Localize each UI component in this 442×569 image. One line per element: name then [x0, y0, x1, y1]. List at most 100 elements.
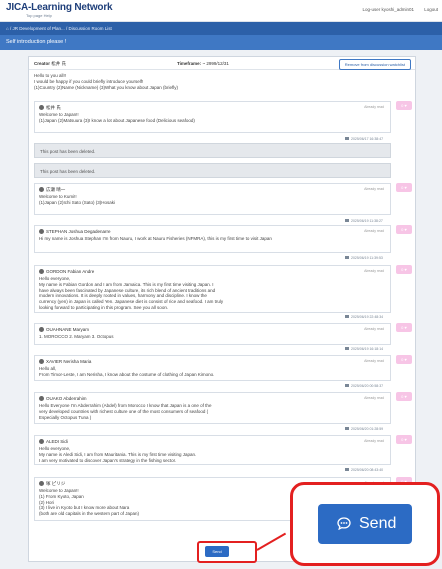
- reply-icon: [345, 468, 349, 471]
- post-body: Hello everyone, My name is Aledi Sidi, I…: [39, 446, 197, 463]
- read-status: Already read: [364, 439, 384, 443]
- post-timestamp: 2025/06/20 01:28:59: [345, 427, 383, 431]
- post-body: Hello Everyone I'm Abderrahim (Abdel) fr…: [39, 403, 212, 420]
- post-timestamp-text: 2025/06/19 11:39:53: [351, 256, 383, 260]
- post-author: OUAKO Abderrahim: [39, 396, 87, 401]
- logout-link[interactable]: Logout: [424, 7, 438, 12]
- read-status: Already read: [364, 327, 384, 331]
- creator-info: Creator 松井 氏: [34, 61, 66, 67]
- post-body: Welcome to Kumi!! (1)Japan (2)Ichi Sato …: [39, 194, 116, 205]
- post-author: GORDON Fabian Andre: [39, 269, 94, 274]
- reply-icon: [345, 315, 349, 318]
- like-button[interactable]: 0 ♥: [396, 435, 412, 444]
- reply-icon: [345, 219, 349, 222]
- reply-icon: [345, 137, 349, 140]
- post-timestamp-text: 2025/06/17 16:38:47: [351, 137, 384, 141]
- read-status: Already read: [364, 359, 384, 363]
- post-author: 塚 ピリジ: [39, 481, 65, 487]
- user-icon: [39, 269, 44, 274]
- like-button[interactable]: 0 ♥: [396, 265, 412, 274]
- post: ALEDI Sidi Already read Hello everyone, …: [34, 435, 391, 465]
- like-button[interactable]: 0 ♥: [396, 101, 412, 110]
- like-button[interactable]: 0 ♥: [396, 355, 412, 364]
- post-timestamp: 2025/06/19 22:48:34: [345, 315, 383, 319]
- post-timestamp: 2025/06/19 16:18:14: [345, 347, 383, 351]
- post: XAVIER Nerisha Maria Already read Hello …: [34, 355, 391, 381]
- top-bar: JICA-Learning Network Top page Help Log-…: [0, 0, 442, 22]
- read-status: Already read: [364, 396, 384, 400]
- chat-icon: [337, 517, 351, 530]
- reply-icon: [345, 256, 349, 259]
- post: OUAHNANE Maryam Already read 1. MOROCCO …: [34, 323, 391, 345]
- timeframe-value: ~ 2999/12/31: [202, 61, 229, 66]
- read-status: Already read: [364, 187, 384, 191]
- post-author: STEPHAN Joshua Degadenarre: [39, 229, 111, 234]
- post-author-name: STEPHAN Joshua Degadenarre: [46, 229, 111, 234]
- post-author-name: OUAHNANE Maryam: [46, 327, 90, 332]
- reply-icon: [345, 427, 349, 430]
- thread-header: Creator 松井 氏 Timeframe: ~ 2999/12/31 Rem…: [29, 57, 415, 70]
- deleted-post: This post has been deleted.: [34, 143, 391, 158]
- creator-label: Creator: [34, 61, 51, 66]
- post: OUAKO Abderrahim Already read Hello Ever…: [34, 392, 391, 424]
- post-timestamp: 2025/06/19 11:39:53: [345, 256, 383, 260]
- like-button[interactable]: 0 ♥: [396, 323, 412, 332]
- reply-icon: [345, 347, 349, 350]
- post-body: Hello everyone, My name is Fabian Gordon…: [39, 276, 224, 310]
- read-status: Already read: [364, 269, 384, 273]
- post-author: 広瀬 晴一: [39, 187, 65, 193]
- post-timestamp: 2025/06/17 16:38:47: [345, 137, 383, 141]
- like-button[interactable]: 0 ♥: [396, 183, 412, 192]
- post-author-name: OUAKO Abderrahim: [46, 396, 87, 401]
- post-author: ALEDI Sidi: [39, 439, 68, 444]
- post-timestamp: 2025/06/20 08:43:40: [345, 468, 383, 472]
- post-timestamp: 2025/06/19 11:38:27: [345, 219, 383, 223]
- remove-watchlist-button[interactable]: Remove from discussion watchlist: [338, 59, 411, 70]
- read-status: Already read: [364, 105, 384, 109]
- timeframe-info: Timeframe: ~ 2999/12/31: [177, 61, 229, 66]
- user-icon: [39, 327, 44, 332]
- post-timestamp-text: 2025/06/19 11:38:27: [351, 219, 383, 223]
- post: 松井 氏 Already read Welcome to Japan!! (1)…: [34, 101, 391, 133]
- brand-logo[interactable]: JICA-Learning Network: [6, 2, 113, 13]
- user-icon: [39, 396, 44, 401]
- post-author: 松井 氏: [39, 105, 61, 111]
- post-timestamp-text: 2025/06/19 22:48:34: [351, 315, 384, 319]
- post-author-name: GORDON Fabian Andre: [46, 269, 95, 274]
- post-author: XAVIER Nerisha Maria: [39, 359, 91, 364]
- send-highlight-ring: [197, 541, 257, 563]
- post-author-name: ALEDI Sidi: [46, 439, 68, 444]
- thread-intro: Hello to you all!! I would be happy if y…: [34, 73, 179, 90]
- reply-icon: [345, 384, 349, 387]
- user-icon: [39, 481, 44, 486]
- user-icon: [39, 439, 44, 444]
- post-body: Hello all, From Timor-Leste, I am Nerish…: [39, 366, 215, 377]
- post-body: 1. MOROCCO 2. Maryam 3. Octopus: [39, 334, 114, 339]
- brand-subtitle: Top page Help: [26, 13, 52, 18]
- breadcrumb[interactable]: ⌂ / JR Development of Plan... / Discussi…: [0, 22, 442, 35]
- post-body: Hi my name is Joshua Stephan I'm from Na…: [39, 236, 272, 241]
- like-button[interactable]: 0 ♥: [396, 225, 412, 234]
- user-icon: [39, 359, 44, 364]
- post-timestamp-text: 2025/06/20 01:28:59: [351, 427, 384, 431]
- user-label[interactable]: Log-user kyoshi_admin01: [362, 7, 414, 12]
- user-icon: [39, 105, 44, 110]
- timeframe-label: Timeframe:: [177, 61, 202, 66]
- post: STEPHAN Joshua Degadenarre Already read …: [34, 225, 391, 253]
- post-author-name: 塚 ピリジ: [46, 481, 66, 486]
- post-body: Welcome to Japan!! (1)Japan (2)Matsuura …: [39, 112, 195, 123]
- post: 広瀬 晴一 Already read Welcome to Kumi!! (1)…: [34, 183, 391, 215]
- page-title: Self introduction please !: [0, 35, 442, 50]
- like-button[interactable]: 0 ♥: [396, 392, 412, 401]
- post-author-name: XAVIER Nerisha Maria: [46, 359, 92, 364]
- user-icon: [39, 187, 44, 192]
- send-button-zoomed[interactable]: Send: [318, 504, 412, 544]
- post-timestamp-text: 2025/06/20 08:43:40: [351, 468, 384, 472]
- post-timestamp-text: 2025/06/20 00:58:37: [351, 384, 384, 388]
- read-status: Already read: [364, 229, 384, 233]
- post-timestamp-text: 2025/06/19 16:18:14: [351, 347, 384, 351]
- user-icon: [39, 229, 44, 234]
- post-author: OUAHNANE Maryam: [39, 327, 89, 332]
- post: GORDON Fabian Andre Already read Hello e…: [34, 265, 391, 313]
- deleted-post: This post has been deleted.: [34, 163, 391, 178]
